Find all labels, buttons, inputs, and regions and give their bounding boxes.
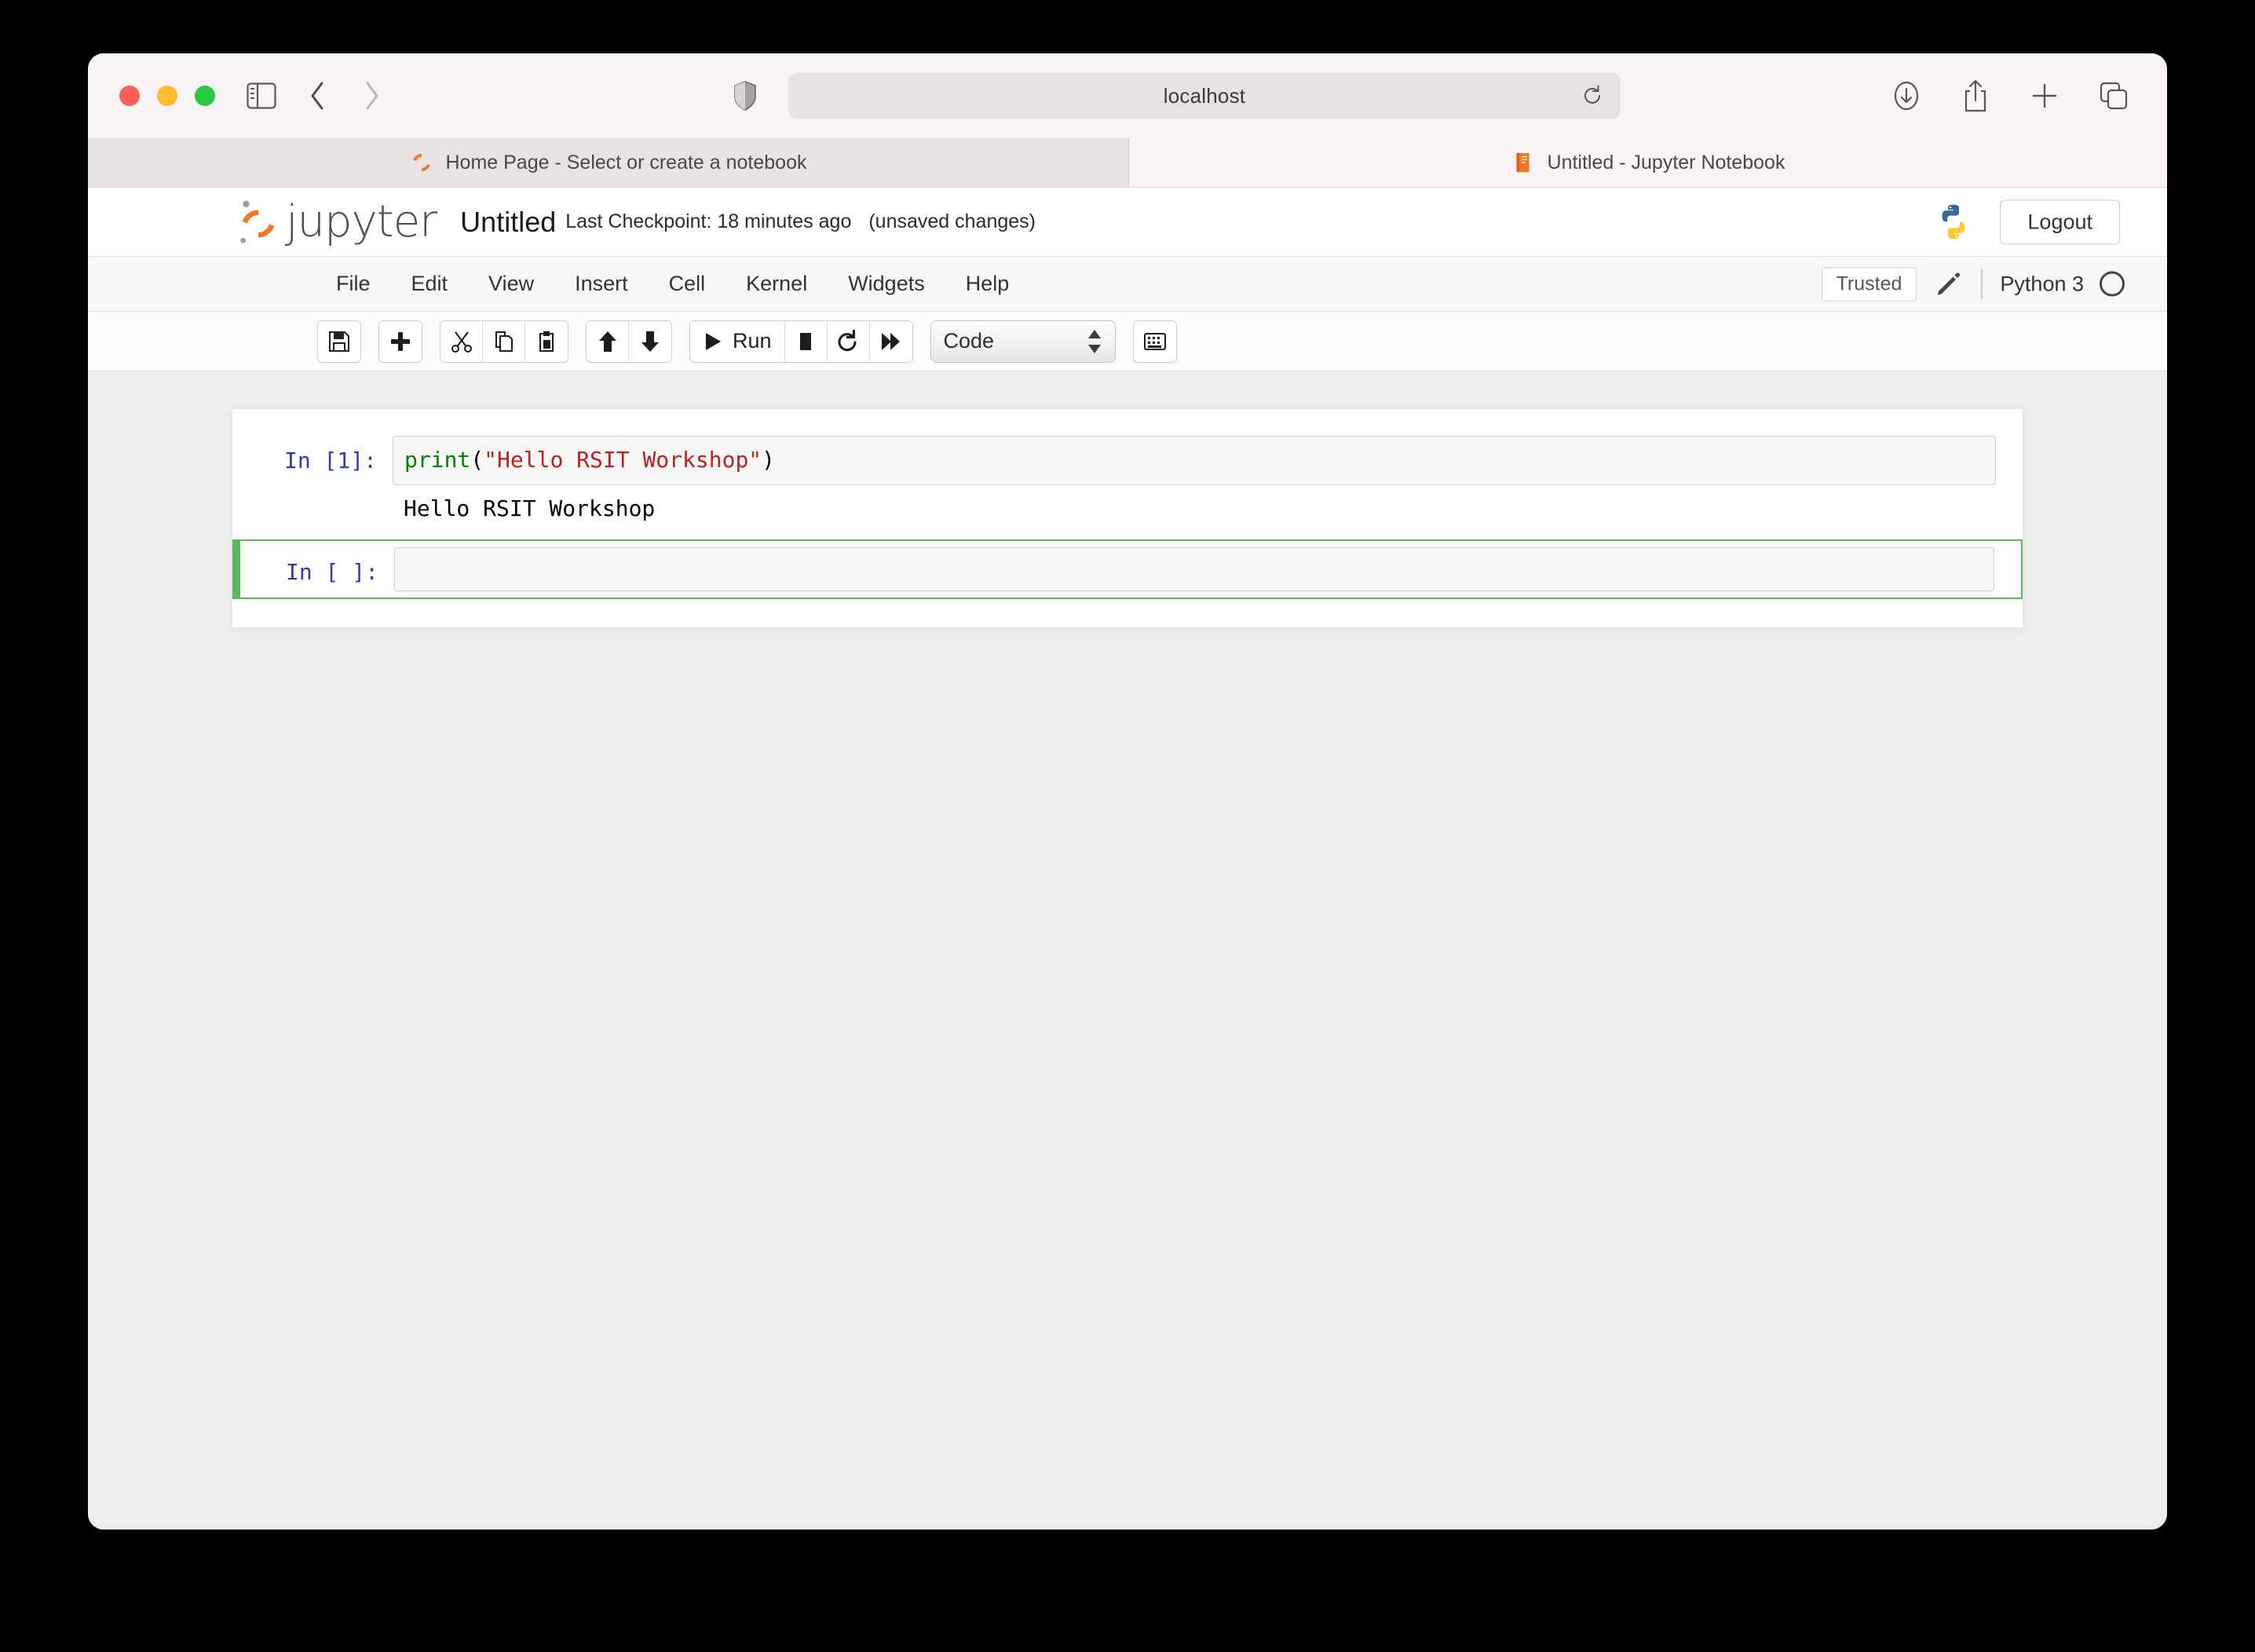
toolbar-group-palette [1132,320,1177,363]
run-button[interactable]: Run [690,320,785,362]
menu-item-view[interactable]: View [468,265,554,302]
minimize-window-button[interactable] [157,86,177,106]
menu-item-kernel[interactable]: Kernel [725,265,828,302]
tab-bar: Home Page - Select or create a notebook … [88,138,2167,188]
checkpoint-status: Last Checkpoint: 18 minutes ago [565,210,852,232]
reload-icon[interactable] [1581,85,1603,107]
code-token-paren-open: ( [470,447,484,473]
pencil-icon[interactable] [1935,271,1962,298]
address-bar[interactable]: localhost [788,73,1621,119]
jupyter-menu-bar: File Edit View Insert Cell Kernel Widget… [88,257,2167,312]
toolbar-group-insert [378,320,422,363]
menu-item-edit[interactable]: Edit [391,265,469,302]
cell-output-row: Hello RSIT Workshop [232,492,2023,532]
browser-window: localhost Home Page - Select or create a… [88,53,2167,1530]
menu-item-help[interactable]: Help [945,265,1030,302]
move-cell-down-button[interactable] [629,320,671,362]
toolbar-group-move [586,320,672,363]
browser-toolbar: localhost [88,53,2167,138]
insert-cell-below-button[interactable] [379,320,422,362]
cell-prompt: In [ ]: [285,558,378,585]
browser-tab-home[interactable]: Home Page - Select or create a notebook [88,138,1129,187]
browser-tab-home-title: Home Page - Select or create a notebook [445,151,807,174]
code-token-paren-close: ) [762,447,776,473]
forward-icon[interactable] [355,78,389,114]
code-token-builtin: print [404,447,471,473]
jupyter-toolbar: Run Code [88,312,2167,371]
browser-tab-notebook-title: Untitled - Jupyter Notebook [1547,151,1785,174]
notebook-title[interactable]: Untitled [460,206,556,239]
save-button[interactable] [318,320,360,362]
cut-button[interactable] [440,320,483,362]
downloads-icon[interactable] [1889,79,1924,113]
jupyter-header-right: Logout [1934,199,2120,244]
jupyter-header: jupyter Untitled Last Checkpoint: 18 min… [88,188,2167,257]
logout-button[interactable]: Logout [2000,199,2120,244]
menu-item-insert[interactable]: Insert [554,265,649,302]
notebook-cell[interactable]: In [ ]: [232,539,2023,599]
cell-type-select[interactable]: Code [930,320,1116,363]
notebook-body: In [1]: print("Hello RSIT Workshop") Hel… [88,371,2167,1528]
notebook-cell[interactable]: In [1]: print("Hello RSIT Workshop") [232,429,2023,492]
orange-notebook-icon [1516,152,1530,173]
copy-button[interactable] [483,320,525,362]
restart-and-run-all-button[interactable] [869,320,912,362]
toolbar-group-clipboard [440,320,568,363]
interrupt-kernel-button[interactable] [784,320,828,362]
shield-icon[interactable] [733,81,757,111]
unsaved-changes-status: (unsaved changes) [868,210,1036,232]
address-text: localhost [1163,83,1246,108]
restart-kernel-button[interactable] [827,320,870,362]
cell-output-prompt [259,493,393,524]
menu-item-file[interactable]: File [316,265,391,302]
close-window-button[interactable] [119,86,140,106]
back-icon[interactable] [300,78,334,114]
share-icon[interactable] [1958,79,1993,113]
tab-overview-icon[interactable] [2096,79,2131,113]
paste-button[interactable] [525,320,568,362]
cell-prompt: In [1]: [283,448,377,473]
run-button-label: Run [733,329,772,353]
jupyter-logo-icon [240,200,275,243]
menu-item-cell[interactable]: Cell [649,265,726,302]
menu-divider [1981,269,1983,299]
jupyter-spinner-icon [412,153,430,172]
browser-toolbar-right [1889,79,2131,113]
cell-input[interactable]: print("Hello RSIT Workshop") [393,436,1996,485]
jupyter-wordmark: jupyter [286,196,437,247]
menu-item-widgets[interactable]: Widgets [828,265,945,302]
traffic-lights [119,86,215,106]
move-cell-up-button[interactable] [587,320,629,362]
code-token-string: "Hello RSIT Workshop" [484,447,762,473]
kernel-name: Python 3 [2000,272,2084,295]
browser-tab-notebook[interactable]: Untitled - Jupyter Notebook [1129,138,2167,187]
cell-type-value: Code [943,329,995,353]
new-tab-icon[interactable] [2027,79,2062,113]
cell-output-text: Hello RSIT Workshop [404,495,656,521]
python-logo-icon [1942,204,1965,239]
chevron-updown-icon [1087,329,1102,354]
toolbar-group-save [317,320,361,363]
menu-bar-right: Trusted Python 3 [1821,267,2125,301]
cell-input[interactable] [394,546,1994,591]
command-palette-button[interactable] [1133,320,1176,362]
kernel-status-indicator [2100,271,2125,297]
maximize-window-button[interactable] [195,86,215,106]
jupyter-page: jupyter Untitled Last Checkpoint: 18 min… [88,188,2167,1530]
toolbar-group-run: Run [689,320,913,363]
notebook-container: In [1]: print("Hello RSIT Workshop") Hel… [232,409,2023,627]
sidebar-icon[interactable] [243,78,280,114]
trusted-badge[interactable]: Trusted [1821,267,1917,301]
